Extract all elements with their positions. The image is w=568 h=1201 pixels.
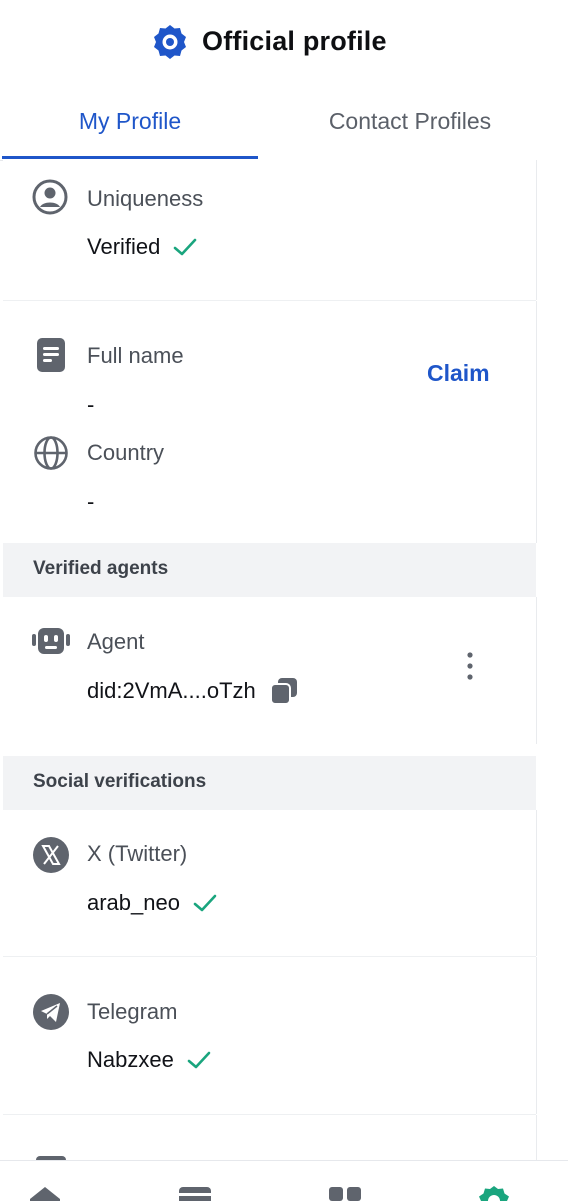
check-icon (187, 1051, 211, 1069)
wallet-icon[interactable] (178, 1185, 212, 1201)
home-icon[interactable] (28, 1185, 62, 1201)
app-header: Official profile (0, 0, 568, 84)
country-value: - (87, 489, 95, 514)
section-title: Social verifications (33, 771, 207, 792)
bottom-navigation (0, 1160, 568, 1201)
uniqueness-label: Uniqueness (87, 186, 204, 211)
discord-card (3, 1115, 537, 1160)
page-title: Official profile (202, 26, 387, 56)
telegram-handle: Nabzxee (87, 1047, 174, 1072)
apps-grid-icon[interactable] (328, 1185, 362, 1201)
full-name-label: Full name (87, 343, 184, 368)
check-icon (174, 238, 197, 256)
country-label: Country (87, 440, 165, 465)
twitter-handle: arab_neo (87, 890, 180, 915)
agent-did-row: did:2VmA....oTzh (87, 677, 298, 705)
more-options-icon[interactable] (458, 650, 482, 682)
x-twitter-icon (33, 837, 69, 873)
tab-contact-profiles[interactable]: Contact Profiles (282, 84, 538, 158)
full-name-value: - (87, 392, 95, 417)
document-icon (37, 338, 65, 372)
check-icon (193, 894, 217, 912)
telegram-value: Nabzxee (87, 1047, 212, 1073)
uniqueness-value: Verified (87, 234, 198, 260)
user-circle-icon (32, 179, 68, 215)
identity-card (3, 301, 537, 543)
uniqueness-card (3, 160, 537, 300)
section-title: Verified agents (33, 558, 169, 579)
uniqueness-status: Verified (87, 234, 161, 259)
agent-card (3, 597, 537, 744)
tab-my-profile[interactable]: My Profile (2, 84, 258, 158)
profile-badge-icon[interactable] (477, 1185, 511, 1201)
scroll-gutter (536, 160, 568, 1160)
telegram-card (3, 957, 537, 1114)
section-header-verified-agents: Verified agents (3, 543, 536, 597)
globe-icon (34, 436, 68, 470)
twitter-label: X (Twitter) (87, 841, 188, 866)
profile-tabs: My Profile Contact Profiles (0, 84, 568, 161)
telegram-label: Telegram (87, 999, 178, 1024)
telegram-icon (33, 994, 69, 1030)
section-header-social-verifications: Social verifications (3, 756, 536, 810)
active-tab-indicator (2, 156, 258, 159)
twitter-card (3, 810, 537, 956)
agent-label: Agent (87, 629, 145, 654)
gear-badge-icon (154, 25, 186, 59)
copy-icon[interactable] (269, 677, 298, 705)
claim-button[interactable]: Claim (427, 360, 490, 387)
twitter-value: arab_neo (87, 890, 218, 916)
agent-did: did:2VmA....oTzh (87, 678, 256, 703)
robot-icon (32, 628, 70, 654)
